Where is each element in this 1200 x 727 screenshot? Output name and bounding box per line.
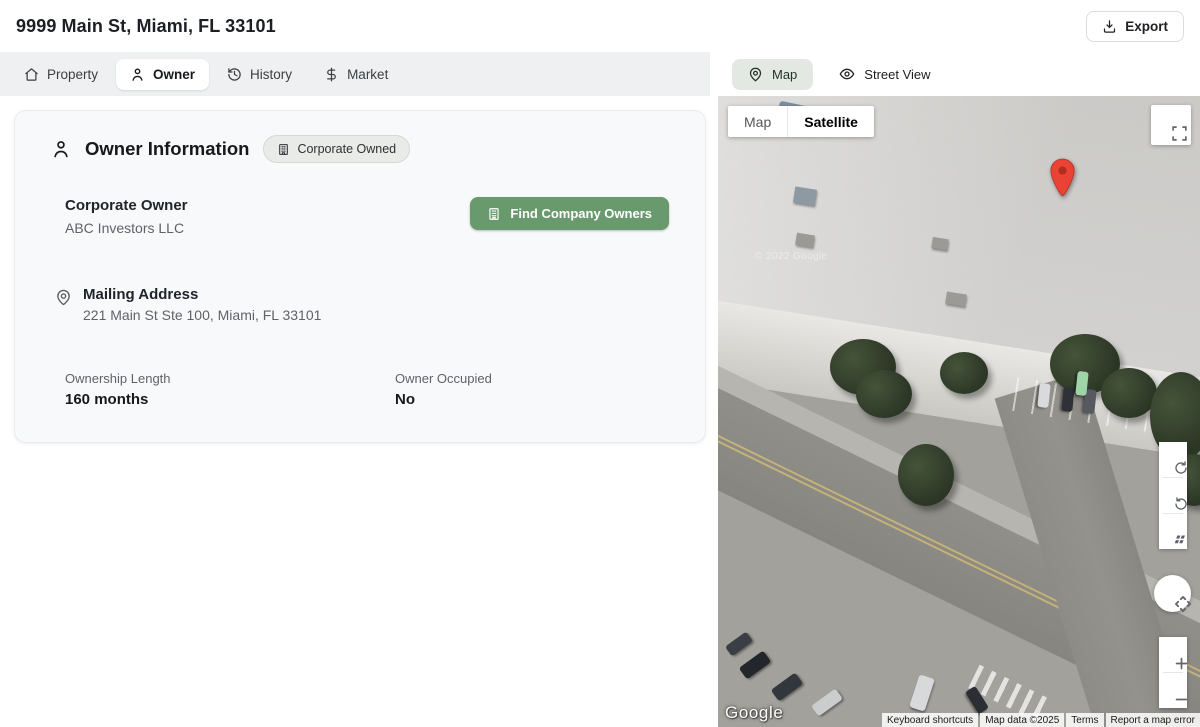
page-title: 9999 Main St, Miami, FL 33101 xyxy=(16,16,276,37)
rooftop-unit xyxy=(795,233,815,248)
map-data-text: Map data ©2025 xyxy=(980,713,1064,727)
main-columns: Property Owner History xyxy=(0,52,1200,727)
corporate-owned-badge: Corporate Owned xyxy=(263,135,410,163)
owner-information-card: Owner Information Corporate Owned Corpor… xyxy=(14,110,706,443)
rooftop-unit xyxy=(931,237,949,250)
corporate-owner-value: ABC Investors LLC xyxy=(65,220,188,236)
mailing-address-text: Mailing Address 221 Main St Ste 100, Mia… xyxy=(83,286,321,323)
car xyxy=(725,632,753,657)
tab-bar: Property Owner History xyxy=(0,52,710,96)
find-company-owners-label: Find Company Owners xyxy=(510,206,652,221)
rotate-counterclockwise-button[interactable] xyxy=(1159,478,1187,513)
terms-link[interactable]: Terms xyxy=(1066,713,1103,727)
map-canvas[interactable]: © 2022 Google Map Satellite xyxy=(718,96,1200,727)
car xyxy=(811,688,843,716)
car xyxy=(771,673,803,702)
tilt-view-button[interactable] xyxy=(1159,514,1187,549)
tab-history[interactable]: History xyxy=(213,59,306,90)
tree xyxy=(898,444,954,506)
tree xyxy=(1101,368,1157,418)
zoom-in-button[interactable] xyxy=(1159,637,1187,672)
history-icon xyxy=(227,67,242,82)
dollar-icon xyxy=(324,67,339,82)
left-panel: Property Owner History xyxy=(0,52,718,727)
map-view-label: Map xyxy=(772,67,797,82)
corporate-owner-row: Corporate Owner ABC Investors LLC Find C… xyxy=(51,197,669,236)
ownership-length-label: Ownership Length xyxy=(65,371,395,386)
ownership-length-stat: Ownership Length 160 months xyxy=(65,371,395,408)
rooftop-unit xyxy=(793,186,817,205)
map-attribution: Keyboard shortcuts Map data ©2025 Terms … xyxy=(882,713,1200,727)
map-type-map-button[interactable]: Map xyxy=(728,106,787,137)
mailing-address-value: 221 Main St Ste 100, Miami, FL 33101 xyxy=(83,307,321,323)
map-panel: Map Street View xyxy=(718,52,1200,727)
tab-market[interactable]: Market xyxy=(310,59,402,90)
card-title: Owner Information xyxy=(85,138,249,160)
owner-occupied-stat: Owner Occupied No xyxy=(395,371,669,408)
truck xyxy=(909,674,935,711)
export-button[interactable]: Export xyxy=(1086,11,1184,42)
tab-label: History xyxy=(250,67,292,82)
location-marker-icon[interactable] xyxy=(1049,158,1076,198)
find-company-owners-button[interactable]: Find Company Owners xyxy=(470,197,669,230)
map-type-control: Map Satellite xyxy=(728,106,874,137)
corporate-owner-block: Corporate Owner ABC Investors LLC xyxy=(65,197,188,236)
tab-label: Owner xyxy=(153,67,195,82)
tree xyxy=(856,370,912,418)
tree xyxy=(940,352,988,394)
map-watermark: © 2022 Google xyxy=(755,251,828,262)
rotate-tilt-controls xyxy=(1159,442,1187,549)
eye-icon xyxy=(839,66,855,82)
download-icon xyxy=(1102,19,1117,34)
map-toolbar: Map Street View xyxy=(718,52,1200,96)
tab-property[interactable]: Property xyxy=(10,59,112,90)
app-root: 9999 Main St, Miami, FL 33101 Export Pro… xyxy=(0,0,1200,727)
car xyxy=(739,651,771,680)
ownership-length-value: 160 months xyxy=(65,391,395,408)
mailing-address-label: Mailing Address xyxy=(83,286,321,303)
building-icon xyxy=(487,207,501,221)
google-logo: Google xyxy=(725,703,783,723)
mailing-address-block: Mailing Address 221 Main St Ste 100, Mia… xyxy=(55,286,669,323)
owner-occupied-label: Owner Occupied xyxy=(395,371,669,386)
tab-owner[interactable]: Owner xyxy=(116,59,209,90)
badge-label: Corporate Owned xyxy=(297,142,396,156)
header: 9999 Main St, Miami, FL 33101 Export xyxy=(0,0,1200,52)
street-view-button[interactable]: Street View xyxy=(823,58,946,90)
map-pin-icon xyxy=(748,67,763,82)
person-icon xyxy=(51,139,71,159)
tab-label: Market xyxy=(347,67,388,82)
map-view-button[interactable]: Map xyxy=(732,59,813,90)
zoom-controls xyxy=(1159,637,1187,708)
owner-occupied-value: No xyxy=(395,391,669,408)
stats-row: Ownership Length 160 months Owner Occupi… xyxy=(51,371,669,408)
corporate-owner-label: Corporate Owner xyxy=(65,197,188,214)
export-label: Export xyxy=(1125,19,1168,34)
tab-label: Property xyxy=(47,67,98,82)
map-type-satellite-button[interactable]: Satellite xyxy=(787,106,874,137)
street-view-label: Street View xyxy=(864,67,930,82)
building-icon xyxy=(277,143,290,156)
home-icon xyxy=(24,67,39,82)
fullscreen-button[interactable] xyxy=(1151,105,1191,145)
report-map-error-link[interactable]: Report a map error xyxy=(1106,713,1200,727)
zoom-out-button[interactable] xyxy=(1159,673,1187,708)
pan-control-button[interactable] xyxy=(1154,575,1191,612)
keyboard-shortcuts-link[interactable]: Keyboard shortcuts xyxy=(882,713,978,727)
card-header: Owner Information Corporate Owned xyxy=(51,135,669,163)
rotate-clockwise-button[interactable] xyxy=(1159,442,1187,477)
person-icon xyxy=(130,67,145,82)
satellite-imagery xyxy=(718,96,1200,727)
content-area: Owner Information Corporate Owned Corpor… xyxy=(0,96,718,727)
map-pin-icon xyxy=(55,286,72,323)
